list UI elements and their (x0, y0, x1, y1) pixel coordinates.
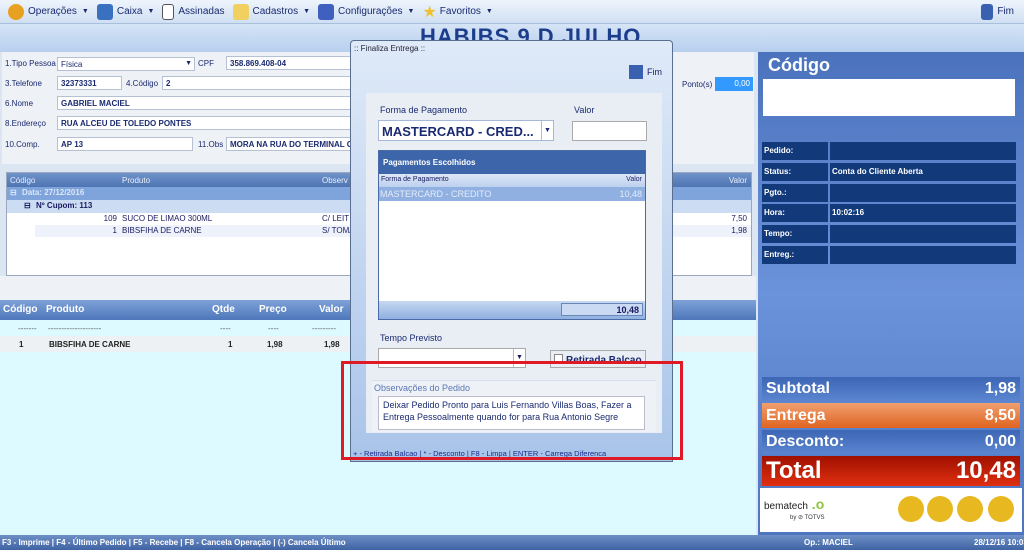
forma-pagamento-select[interactable]: MASTERCARD - CRED... ▼ (378, 120, 554, 141)
endereco-label: 8.Endereço (5, 119, 46, 128)
menu-fim[interactable]: Fim (981, 3, 1014, 20)
tempo-value (830, 225, 1016, 243)
total-row: Total 10,48 (762, 456, 1020, 486)
pagamentos-grid[interactable]: Pagamentos Escolhidos Forma de Pagamento… (378, 150, 646, 320)
endereco-input[interactable]: RUA ALCEU DE TOLEDO PONTES (57, 116, 357, 130)
chevron-down-icon: ▼ (185, 60, 192, 67)
subtotal-row: Subtotal 1,98 (762, 377, 1020, 401)
codigo-title: Código (768, 55, 830, 75)
exit-door-icon (981, 3, 994, 20)
dialog-title: :: Finaliza Entrega :: (354, 44, 426, 53)
chevron-down-icon: ▼ (407, 8, 415, 15)
settings-icon (318, 3, 335, 20)
drink-icon[interactable] (957, 496, 983, 522)
store-icon[interactable] (988, 496, 1014, 522)
computer-icon (96, 3, 113, 20)
nome-label: 6.Nome (5, 99, 34, 108)
pontos-value: 0,00 (715, 77, 753, 91)
collapse-icon[interactable]: ⊟ (24, 201, 31, 210)
desconto-row: Desconto: 0,00 (762, 430, 1020, 454)
valor-label: Valor (574, 105, 595, 115)
hora-value: 10:02:16 (830, 204, 1016, 222)
datetime: 28/12/16 10:03 (974, 538, 1024, 547)
exit-door-icon (629, 65, 643, 79)
forma-label: Forma de Pagamento (380, 105, 468, 115)
entreg-value (830, 246, 1016, 264)
pedido-label: Pedido: (762, 142, 828, 160)
codigo-input[interactable] (763, 79, 1015, 116)
status-value: Conta do Cliente Aberta (830, 163, 1016, 181)
menu-cadastros[interactable]: Cadastros ▼ (232, 3, 311, 20)
operator: Op.: MACIEL (804, 538, 853, 547)
menu-assinadas[interactable]: Assinadas (162, 3, 225, 20)
telefone-input[interactable]: 32373331 (57, 76, 122, 90)
codigo-label: 4.Código (126, 79, 159, 88)
dialog-fim-button[interactable]: Fim (629, 65, 662, 79)
comp-label: 10.Comp. (5, 140, 40, 149)
chevron-down-icon: ▼ (541, 121, 553, 140)
hora-label: Hora: (762, 204, 828, 222)
totvs-logo: by ⊘ TOTVS (790, 515, 825, 521)
pagamentos-footer: 10,48 (379, 301, 645, 319)
entreg-label: Entreg.: (762, 246, 828, 264)
chevron-down-icon: ▼ (303, 8, 311, 15)
tempo-label: Tempo: (762, 225, 828, 243)
entrega-row: Entrega 8,50 (762, 403, 1020, 428)
chevron-down-icon: ▼ (81, 8, 89, 15)
bematech-logo: bematech .o (764, 496, 825, 512)
menu-bar: Operações ▼ Caixa ▼ Assinadas Cadastros ▼ C… (0, 0, 1024, 24)
tempo-label: Tempo Previsto (380, 333, 443, 343)
pagamentos-title: Pagamentos Escolhidos (379, 151, 645, 174)
cpf-label: CPF (198, 59, 214, 68)
cpf-input[interactable]: 358.869.408-04 (226, 56, 356, 70)
status-bar: F3 - Imprime | F4 - Último Pedido | F5 -… (0, 535, 1024, 550)
pgto-value (830, 184, 1016, 202)
chevron-down-icon: ▼ (485, 8, 493, 15)
chevron-down-icon: ▼ (147, 8, 155, 15)
menu-caixa[interactable]: Caixa ▼ (96, 3, 155, 20)
star-icon: ★ (422, 3, 437, 21)
folder-icon (232, 3, 249, 20)
collapse-icon[interactable]: ⊟ (10, 188, 17, 197)
tipo-pessoa-select[interactable]: Física ▼ (57, 57, 195, 71)
status-label: Status: (762, 163, 828, 181)
pontos-label: Ponto(s) (682, 80, 713, 89)
gear-icon (8, 3, 24, 20)
codigo-input[interactable]: 2 (162, 76, 356, 90)
pagamentos-header: Forma de Pagamento Valor (379, 174, 645, 187)
telefone-label: 3.Telefone (5, 79, 42, 88)
pedido-value (830, 142, 1016, 160)
table-row[interactable]: MASTERCARD - CREDITO 10,48 (379, 187, 645, 201)
document-icon (162, 3, 175, 20)
shortcut-hints: F3 - Imprime | F4 - Último Pedido | F5 -… (2, 538, 346, 547)
pgto-label: Pgto.: (762, 184, 828, 202)
order-summary-panel: Código Pedido: Status: Conta do Cliente A… (758, 52, 1024, 535)
obs-label: 11.Obs (198, 140, 224, 149)
comp-input[interactable]: AP 13 (57, 137, 193, 151)
tipo-pessoa-label: 1.Tipo Pessoa (5, 59, 56, 68)
cutlery-icon[interactable] (898, 496, 924, 522)
highlight-box (341, 361, 683, 460)
obs-input[interactable]: MORA NA RUA DO TERMINAL CEC (226, 137, 356, 151)
pagamentos-total: 10,48 (561, 303, 643, 316)
menu-operacoes[interactable]: Operações ▼ (8, 3, 89, 20)
hand-icon[interactable] (927, 496, 953, 522)
menu-favoritos[interactable]: ★ Favoritos ▼ (422, 2, 492, 22)
valor-input[interactable] (572, 121, 647, 141)
menu-configuracoes[interactable]: Configurações ▼ (318, 3, 415, 20)
nome-input[interactable]: GABRIEL MACIEL (57, 96, 357, 110)
